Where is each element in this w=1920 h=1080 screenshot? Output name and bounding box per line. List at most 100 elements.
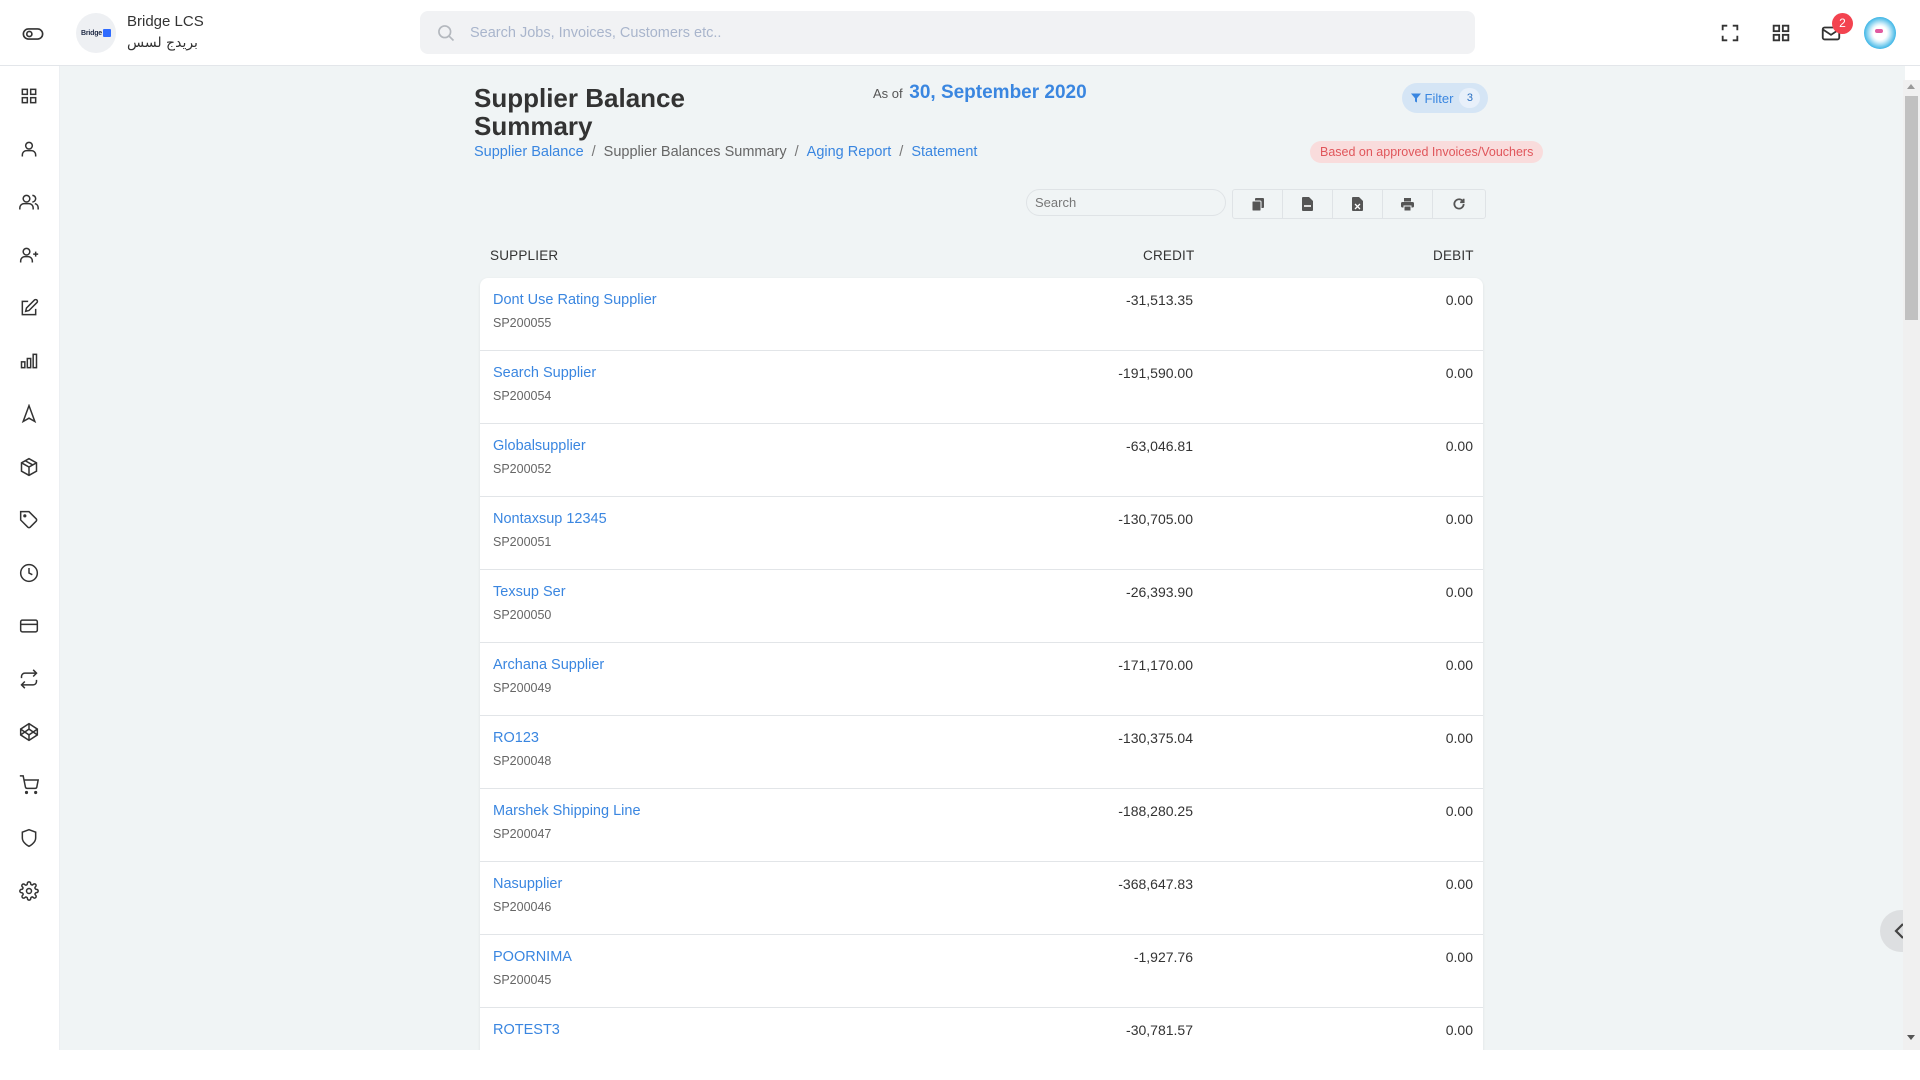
supplier-name-link[interactable]: Search Supplier [493,365,596,381]
debit-amount: 0.00 [1445,511,1473,527]
supplier-code: SP200047 [493,827,552,841]
column-header-supplier[interactable]: SUPPLIER [490,248,558,263]
supplier-name-link[interactable]: Dont Use Rating Supplier [493,292,657,308]
credit-amount: -26,393.90 [1126,584,1193,600]
supplier-name-link[interactable]: Nasupplier [493,876,562,892]
edit-icon[interactable] [19,298,39,318]
brand-logo[interactable]: Bridge [76,13,116,53]
sidebar [0,66,60,1050]
supplier-name-link[interactable]: POORNIMA [493,949,572,965]
clock-icon[interactable] [19,563,39,583]
credit-amount: -191,590.00 [1118,365,1193,381]
debit-amount: 0.00 [1445,438,1473,454]
fullscreen-icon[interactable] [1719,22,1741,44]
supplier-name-link[interactable]: Marshek Shipping Line [493,803,641,819]
scroll-down-arrow[interactable] [1907,1035,1915,1040]
breadcrumb-aging-report[interactable]: Aging Report [807,144,892,160]
breadcrumb-separator: / [591,144,596,160]
shield-icon[interactable] [19,828,39,848]
box-icon[interactable] [19,457,39,477]
breadcrumb: Supplier Balance / Supplier Balances Summa… [474,144,977,160]
toggle-sidebar-icon[interactable] [22,23,44,45]
credit-card-icon[interactable] [19,616,39,636]
credit-amount: -171,170.00 [1118,657,1193,673]
codepen-icon[interactable] [19,722,39,742]
supplier-balance-table: Dont Use Rating Supplier SP200055 -31,513.… [480,278,1483,1050]
apps-grid-icon[interactable] [1770,22,1792,44]
excel-button[interactable] [1333,190,1383,218]
copy-button[interactable] [1233,190,1283,218]
supplier-name-link[interactable]: RO123 [493,730,539,746]
table-row: Archana Supplier SP200049 -171,170.00 0.00 [480,643,1483,716]
debit-amount: 0.00 [1445,876,1473,892]
breadcrumb-supplier-balances-summary: Supplier Balances Summary [603,144,787,160]
debit-amount: 0.00 [1445,584,1473,600]
credit-amount: -31,513.35 [1126,292,1193,308]
credit-amount: -368,647.83 [1118,876,1193,892]
bar-chart-icon[interactable] [19,351,39,371]
supplier-code: SP200050 [493,608,552,622]
user-icon[interactable] [19,139,39,159]
credit-amount: -63,046.81 [1126,438,1193,454]
column-header-credit[interactable]: CREDIT [1143,248,1194,263]
tag-icon[interactable] [19,510,39,530]
repeat-icon[interactable] [19,669,39,689]
brand-name: Bridge LCS [127,13,204,30]
filter-button[interactable]: Filter 3 [1402,83,1488,113]
table-row: POORNIMA SP200045 -1,927.76 0.00 [480,935,1483,1008]
as-of-date-value[interactable]: 30, September 2020 [909,82,1086,103]
user-plus-icon[interactable] [19,245,39,265]
table-search-input[interactable] [1026,189,1226,216]
credit-amount: -30,781.57 [1126,1022,1193,1038]
top-header: Bridge Bridge LCS بريدج لسس 2 [0,0,1920,66]
print-button[interactable] [1383,190,1433,218]
debit-amount: 0.00 [1445,730,1473,746]
refresh-button[interactable] [1433,190,1485,218]
supplier-name-link[interactable]: Nontaxsup 12345 [493,511,607,527]
supplier-code: SP200048 [493,754,552,768]
debit-amount: 0.00 [1445,1022,1473,1038]
print-icon [1401,197,1414,211]
supplier-code: SP200051 [493,535,552,549]
global-search-input[interactable] [470,24,1370,41]
notification-badge[interactable]: 2 [1832,13,1853,34]
bottom-strip [0,1050,1920,1080]
table-row: Marshek Shipping Line SP200047 -188,280.25… [480,789,1483,862]
users-icon[interactable] [19,192,39,212]
gear-icon[interactable] [19,881,39,901]
credit-amount: -130,375.04 [1118,730,1193,746]
supplier-code: SP200049 [493,681,552,695]
grid-icon[interactable] [19,86,39,106]
cart-icon[interactable] [19,775,40,795]
navigation-icon[interactable] [19,403,39,424]
supplier-code: SP200055 [493,316,552,330]
supplier-name-link[interactable]: ROTEST3 [493,1022,560,1038]
column-header-debit[interactable]: DEBIT [1433,248,1474,263]
page-scrollbar[interactable] [1903,80,1920,1050]
excel-icon [1352,197,1363,211]
main-content: Supplier Balance Summary As of 30, Septe… [60,66,1905,1050]
credit-amount: -1,927.76 [1133,949,1193,965]
scroll-up-arrow[interactable] [1907,84,1915,89]
table-row: Dont Use Rating Supplier SP200055 -31,513.… [480,278,1483,351]
basis-note-badge: Based on approved Invoices/Vouchers [1310,141,1544,163]
table-row: Nontaxsup 12345 SP200051 -130,705.00 0.00 [480,497,1483,570]
supplier-name-link[interactable]: Globalsupplier [493,438,586,454]
csv-button[interactable] [1283,190,1333,218]
copy-icon [1251,197,1264,211]
user-avatar[interactable] [1864,17,1896,49]
as-of-date: As of 30, September 2020 [873,82,1087,104]
breadcrumb-statement[interactable]: Statement [911,144,977,160]
global-search[interactable] [420,11,1475,54]
supplier-name-link[interactable]: Texsup Ser [493,584,566,600]
scroll-thumb[interactable] [1905,96,1918,320]
debit-amount: 0.00 [1445,949,1473,965]
brand-logo-text: Bridge [81,29,102,37]
search-icon [438,24,455,41]
refresh-icon [1453,198,1465,210]
brand-name-arabic: بريدج لسس [127,35,198,51]
supplier-name-link[interactable]: Archana Supplier [493,657,604,673]
table-row: ROTEST3 -30,781.57 0.00 [480,1008,1483,1050]
brand-logo-mark [102,29,111,37]
breadcrumb-supplier-balance[interactable]: Supplier Balance [474,144,584,160]
